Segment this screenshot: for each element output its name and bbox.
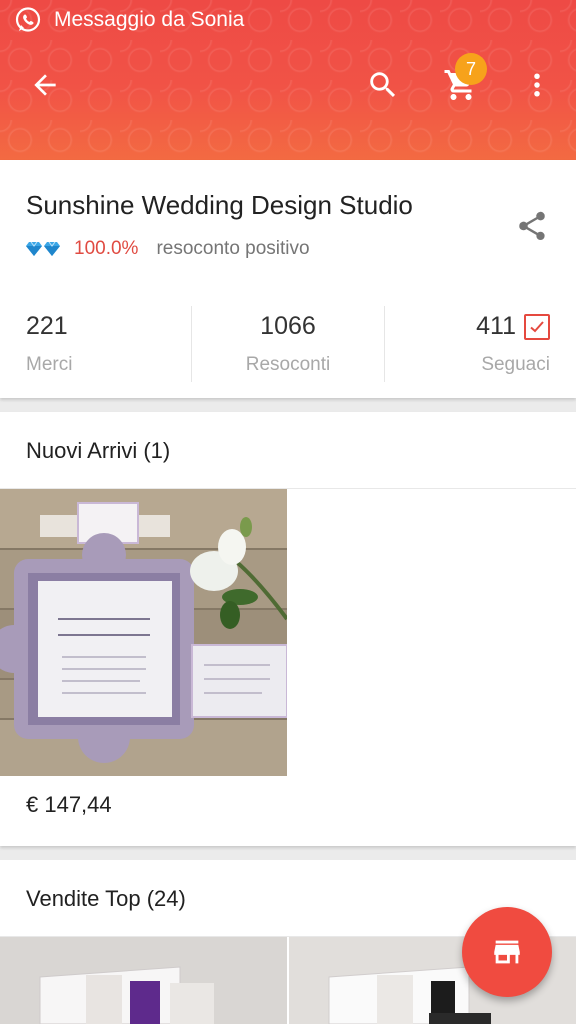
store-info-card: Sunshine Wedding Design Studio 100.0% re… [0, 160, 576, 398]
product-price: € 147,44 [26, 792, 112, 817]
stat-label: Seguaci [481, 354, 550, 375]
stat-value: 221 [26, 312, 68, 340]
stat-value: 411 [476, 312, 516, 340]
whatsapp-icon [15, 7, 41, 32]
store-icon [494, 940, 520, 964]
diamond-icon [26, 242, 42, 256]
stat-products[interactable]: 221 Merci [0, 306, 191, 382]
stat-value: 1066 [260, 312, 316, 340]
product-image[interactable] [0, 937, 287, 1024]
more-options-button[interactable] [516, 62, 558, 108]
stat-label: Merci [26, 354, 73, 375]
invitation-card-photo [0, 937, 287, 1024]
rating-row: 100.0% resoconto positivo [26, 238, 310, 260]
store-stats: 221 Merci 1066 Resoconti 411 Seguaci [0, 306, 576, 382]
cart-count-badge: 7 [455, 53, 487, 85]
section-title[interactable]: Vendite Top (24) [26, 886, 186, 912]
stat-followers[interactable]: 411 Seguaci [383, 306, 576, 382]
positive-rating-label: resoconto positivo [156, 238, 310, 259]
section-title[interactable]: Nuovi Arrivi (1) [26, 438, 170, 464]
stat-reviews[interactable]: 1066 Resoconti [191, 306, 383, 382]
app-header: Messaggio da Sonia 7 [0, 0, 576, 160]
store-name: Sunshine Wedding Design Studio [26, 190, 413, 220]
stat-label: Resoconti [245, 354, 331, 375]
search-icon [370, 72, 396, 98]
positive-rating-value: 100.0% [74, 238, 139, 259]
search-button[interactable] [360, 62, 406, 108]
arrow-back-icon [34, 74, 56, 96]
share-button[interactable] [510, 204, 554, 248]
followed-check-icon[interactable] [523, 313, 550, 340]
more-vert-icon [534, 73, 540, 97]
new-arrivals-section: Nuovi Arrivi (1) € 147,44 [0, 412, 576, 846]
diamond-icon [44, 242, 60, 256]
product-image[interactable] [0, 489, 287, 776]
wedding-invitation-photo [0, 489, 287, 776]
share-icon [519, 211, 545, 241]
followers-value-row: 411 [476, 312, 550, 341]
notification-text: Messaggio da Sonia [54, 8, 245, 31]
checkmark-icon [530, 320, 544, 332]
diamond-rating-icons [26, 242, 60, 256]
back-button[interactable] [22, 62, 68, 108]
notification-bar[interactable]: Messaggio da Sonia [14, 6, 244, 34]
store-fab-button[interactable] [462, 907, 552, 997]
